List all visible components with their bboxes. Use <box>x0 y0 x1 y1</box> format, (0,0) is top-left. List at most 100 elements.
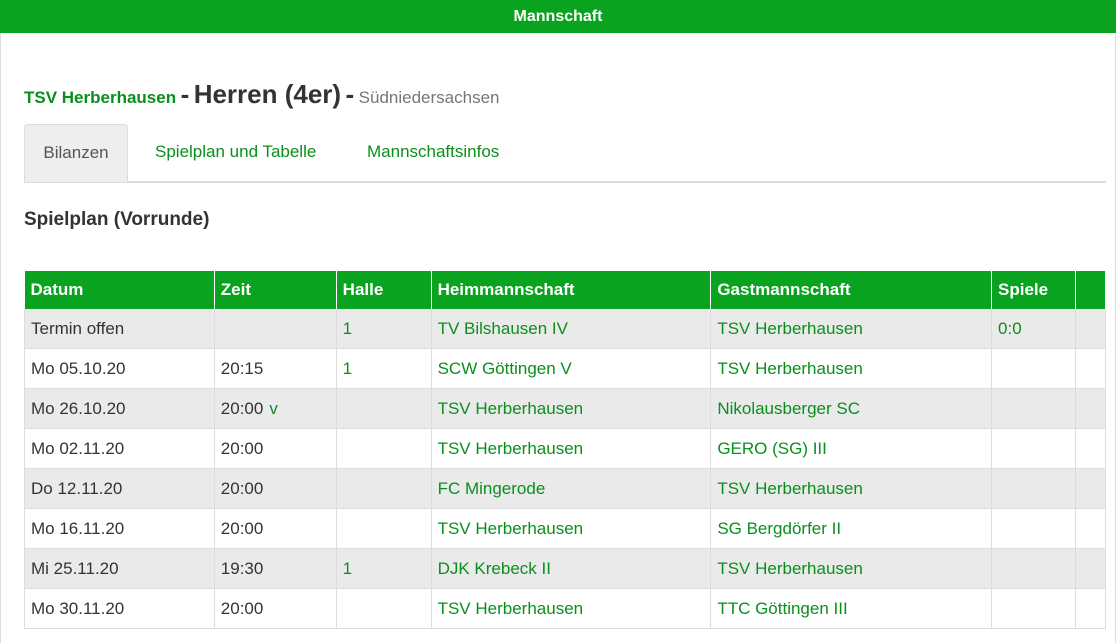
cell-extra <box>1074 548 1107 589</box>
cell-zeit-text: 20:00 <box>220 598 264 618</box>
cell-spiele <box>991 348 1076 389</box>
cell-heimmannschaft: TSV Herberhausen <box>430 428 712 469</box>
cell-extra <box>1074 508 1107 549</box>
cell-heimmannschaft-text[interactable]: TSV Herberhausen <box>438 399 584 418</box>
cell-gastmannschaft: GERO (SG) III <box>710 428 993 469</box>
cell-datum-text: Termin offen <box>31 318 125 338</box>
cell-heimmannschaft-text[interactable]: TV Bilshausen IV <box>438 319 568 338</box>
table-header-row: Datum Zeit Halle Heimmannschaft Gastmann… <box>24 271 1107 309</box>
cell-zeit: 20:00 <box>213 468 337 509</box>
cell-zeit: 19:30 <box>213 548 337 589</box>
cell-gastmannschaft: TSV Herberhausen <box>710 348 993 389</box>
column-header-datum: Datum <box>24 271 215 309</box>
cell-zeit: 20:00 <box>213 508 337 549</box>
cell-zeit: 20:15 <box>213 348 337 389</box>
cell-heimmannschaft-text[interactable]: TSV Herberhausen <box>438 599 584 618</box>
cell-spiele <box>991 388 1076 429</box>
cell-zeit-note[interactable]: v <box>269 399 278 418</box>
column-header-heimmannschaft: Heimmannschaft <box>431 271 712 309</box>
schedule-table: Datum Zeit Halle Heimmannschaft Gastmann… <box>24 271 1107 629</box>
cell-gastmannschaft-text[interactable]: SG Bergdörfer II <box>717 519 841 538</box>
tab-bar: Bilanzen Spielplan und Tabelle Mannschaf… <box>24 124 1106 183</box>
cell-gastmannschaft-text[interactable]: TSV Herberhausen <box>717 479 863 498</box>
cell-zeit: 20:00 v <box>213 388 337 429</box>
cell-gastmannschaft-text[interactable]: TSV Herberhausen <box>717 319 863 338</box>
cell-spiele: 0:0 <box>991 309 1076 349</box>
cell-zeit: 20:00 <box>213 588 337 629</box>
cell-gastmannschaft-text[interactable]: TSV Herberhausen <box>717 559 863 578</box>
tab-spielplan-und-tabelle[interactable]: Spielplan und Tabelle <box>155 124 316 180</box>
cell-halle <box>335 388 432 429</box>
cell-gastmannschaft: SG Bergdörfer II <box>710 508 993 549</box>
column-header-spiele: Spiele <box>991 271 1076 309</box>
column-header-extra <box>1075 271 1107 309</box>
cell-gastmannschaft-text[interactable]: Nikolausberger SC <box>717 399 860 418</box>
page-header-bar: Mannschaft <box>0 0 1116 33</box>
cell-halle-text[interactable]: 1 <box>343 359 352 378</box>
cell-datum: Mo 30.11.20 <box>24 588 215 629</box>
cell-heimmannschaft: SCW Göttingen V <box>430 348 712 389</box>
cell-heimmannschaft: TSV Herberhausen <box>430 388 712 429</box>
cell-halle <box>335 588 432 629</box>
table-row: Mi 25.11.20 19:30 1 DJK Krebeck II TSV Herbe… <box>24 548 1107 589</box>
tab-bilanzen[interactable]: Bilanzen <box>24 124 128 182</box>
cell-halle: 1 <box>335 309 432 349</box>
table-row: Mo 30.11.20 20:00 TSV Herberhausen TTC Gött… <box>24 588 1107 629</box>
cell-heimmannschaft-text[interactable]: TSV Herberhausen <box>438 519 584 538</box>
cell-zeit-text: 20:00 <box>220 398 264 418</box>
cell-halle-text[interactable]: 1 <box>343 559 352 578</box>
table-row: Mo 26.10.20 20:00 v TSV Herberhausen Nikolau… <box>24 388 1107 429</box>
cell-halle-text[interactable]: 1 <box>343 319 352 338</box>
cell-heimmannschaft: DJK Krebeck II <box>430 548 712 589</box>
cell-zeit: 20:00 <box>213 428 337 469</box>
cell-datum: Mi 25.11.20 <box>24 548 215 589</box>
cell-datum-text: Do 12.11.20 <box>31 478 123 498</box>
cell-extra <box>1074 588 1107 629</box>
cell-zeit-text: 19:30 <box>220 558 264 578</box>
cell-gastmannschaft: TSV Herberhausen <box>710 309 993 349</box>
cell-datum: Mo 16.11.20 <box>24 508 215 549</box>
cell-datum-text: Mo 02.11.20 <box>31 438 125 458</box>
cell-spiele <box>991 468 1076 509</box>
cell-halle: 1 <box>335 548 432 589</box>
cell-datum-text: Mo 26.10.20 <box>31 398 126 418</box>
cell-gastmannschaft: Nikolausberger SC <box>710 388 993 429</box>
cell-extra <box>1074 428 1107 469</box>
cell-spiele <box>991 508 1076 549</box>
cell-spiele <box>991 548 1076 589</box>
club-link[interactable]: TSV Herberhausen <box>24 88 176 107</box>
cell-datum: Termin offen <box>24 309 215 349</box>
cell-datum: Mo 26.10.20 <box>24 388 215 429</box>
cell-heimmannschaft: TV Bilshausen IV <box>430 309 712 349</box>
column-header-zeit: Zeit <box>214 271 337 309</box>
cell-spiele-text[interactable]: 0:0 <box>998 319 1022 338</box>
cell-extra <box>1074 348 1107 389</box>
cell-datum-text: Mo 16.11.20 <box>31 518 125 538</box>
cell-heimmannschaft-text[interactable]: TSV Herberhausen <box>438 439 584 458</box>
cell-spiele <box>991 428 1076 469</box>
content-panel: TSV Herberhausen - Herren (4er) - Südnie… <box>0 33 1116 643</box>
cell-heimmannschaft-text[interactable]: FC Mingerode <box>438 479 546 498</box>
cell-zeit-text: 20:00 <box>220 438 264 458</box>
cell-gastmannschaft-text[interactable]: GERO (SG) III <box>717 439 827 458</box>
column-header-halle: Halle <box>336 271 432 309</box>
cell-gastmannschaft-text[interactable]: TSV Herberhausen <box>717 359 863 378</box>
cell-gastmannschaft: TSV Herberhausen <box>710 548 993 589</box>
cell-zeit-text: 20:00 <box>220 518 264 538</box>
column-header-gastmannschaft: Gastmannschaft <box>710 271 993 309</box>
cell-datum: Do 12.11.20 <box>24 468 215 509</box>
cell-datum-text: Mo 05.10.20 <box>31 358 126 378</box>
cell-zeit-text: 20:00 <box>220 478 264 498</box>
cell-zeit-text: 20:15 <box>220 358 264 378</box>
cell-extra <box>1074 309 1107 349</box>
cell-heimmannschaft-text[interactable]: DJK Krebeck II <box>438 559 551 578</box>
cell-halle: 1 <box>335 348 432 389</box>
cell-heimmannschaft-text[interactable]: SCW Göttingen V <box>438 359 572 378</box>
tab-mannschaftsinfos[interactable]: Mannschaftsinfos <box>367 124 499 180</box>
table-row: Mo 16.11.20 20:00 TSV Herberhausen SG Bergd… <box>24 508 1107 549</box>
team-name: Herren (4er) <box>193 79 342 109</box>
cell-gastmannschaft-text[interactable]: TTC Göttingen III <box>717 599 847 618</box>
team-heading: TSV Herberhausen - Herren (4er) - Südnie… <box>24 79 500 110</box>
cell-gastmannschaft: TSV Herberhausen <box>710 468 993 509</box>
page-header-title: Mannschaft <box>513 8 603 25</box>
